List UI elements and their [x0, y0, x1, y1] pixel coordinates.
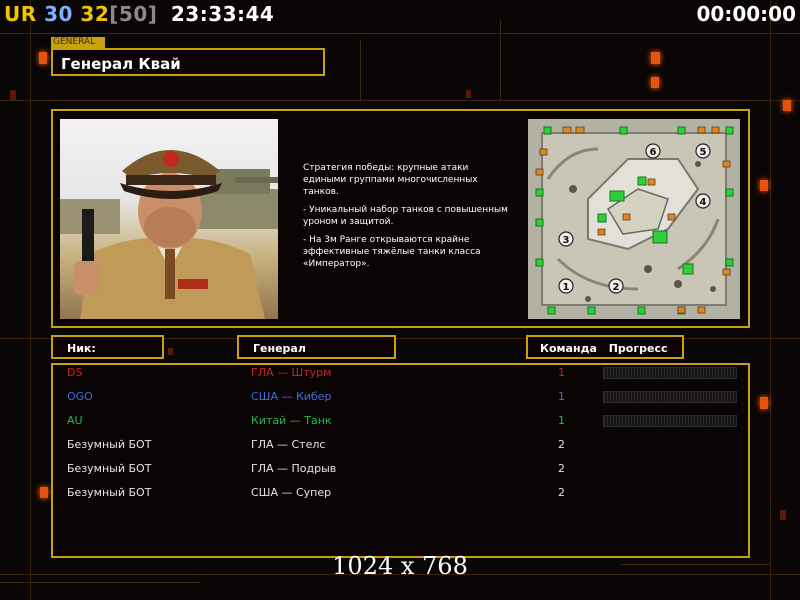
player-team: 1 [558, 366, 565, 379]
general-name: Генерал Квай [51, 48, 325, 76]
map-slot-1: 1 [563, 282, 570, 293]
player-general: ГЛА — Стелс [251, 438, 326, 451]
player-nick: Безумный БОТ [67, 438, 152, 451]
minimap: 1 2 3 4 5 6 [528, 119, 740, 319]
player-team: 1 [558, 414, 565, 427]
general-tag: GENERAL [51, 37, 105, 48]
map-slot-6: 6 [650, 147, 657, 158]
player-nick: Безумный БОТ [67, 462, 152, 475]
column-header-team-progress: Команда Прогресс [526, 335, 684, 359]
player-team: 2 [558, 462, 565, 475]
player-nick: OGO [67, 390, 93, 403]
player-general: Китай — Танк [251, 414, 332, 427]
player-general: США — Супер [251, 486, 332, 499]
player-row: Безумный БОТ США — Супер 2 [0, 483, 800, 503]
general-portrait-image [60, 150, 278, 319]
hud-value-b: 32 [80, 2, 110, 26]
hud-clock: 23:33:44 [170, 2, 275, 26]
player-row: Безумный БОТ ГЛА — Стелс 2 [0, 435, 800, 455]
minimap-image: 1 2 3 4 5 6 [528, 119, 740, 319]
player-general: ГЛА — Подрыв [251, 462, 337, 475]
strategy-line-3: - На 3м Ранге открываются крайне эффекти… [303, 235, 481, 269]
column-header-general: Генерал [237, 335, 396, 359]
player-progress-bar [603, 367, 737, 379]
player-nick: DS [67, 366, 83, 379]
player-team: 2 [558, 486, 565, 499]
player-progress-bar [603, 415, 737, 427]
column-header-nick: Ник: [51, 335, 164, 359]
player-general: США — Кибер [251, 390, 332, 403]
general-portrait [60, 119, 278, 319]
strategy-description: Стратегия победы: крупные атаки едиными … [303, 162, 513, 276]
column-header-team: Команда [540, 342, 597, 355]
map-slot-5: 5 [700, 147, 707, 158]
player-general: ГЛА — Штурм [251, 366, 332, 379]
resource-hud: UR 30 32[50] 23:33:44 [4, 2, 274, 26]
player-nick: AU [67, 414, 83, 427]
player-progress-bar [603, 391, 737, 403]
hud-limit: [50] [109, 2, 158, 26]
player-team: 1 [558, 390, 565, 403]
resolution-label: 1024 x 768 [332, 552, 468, 580]
hud-ur-label: UR [4, 2, 37, 26]
map-slot-2: 2 [613, 282, 620, 293]
map-slot-3: 3 [563, 235, 570, 246]
hud-value-a: 30 [44, 2, 73, 26]
game-timer: 00:00:00 [696, 2, 797, 26]
column-header-progress: Прогресс [608, 342, 668, 355]
player-row: DS ГЛА — Штурм 1 [0, 363, 800, 383]
player-row: AU Китай — Танк 1 [0, 411, 800, 431]
player-team: 2 [558, 438, 565, 451]
map-slot-4: 4 [700, 197, 707, 208]
player-nick: Безумный БОТ [67, 486, 152, 499]
player-row: Безумный БОТ ГЛА — Подрыв 2 [0, 459, 800, 479]
strategy-line-1: Стратегия победы: крупные атаки едиными … [303, 163, 478, 197]
player-row: OGO США — Кибер 1 [0, 387, 800, 407]
strategy-line-2: - Уникальный набор танков с повышенным у… [303, 205, 508, 227]
